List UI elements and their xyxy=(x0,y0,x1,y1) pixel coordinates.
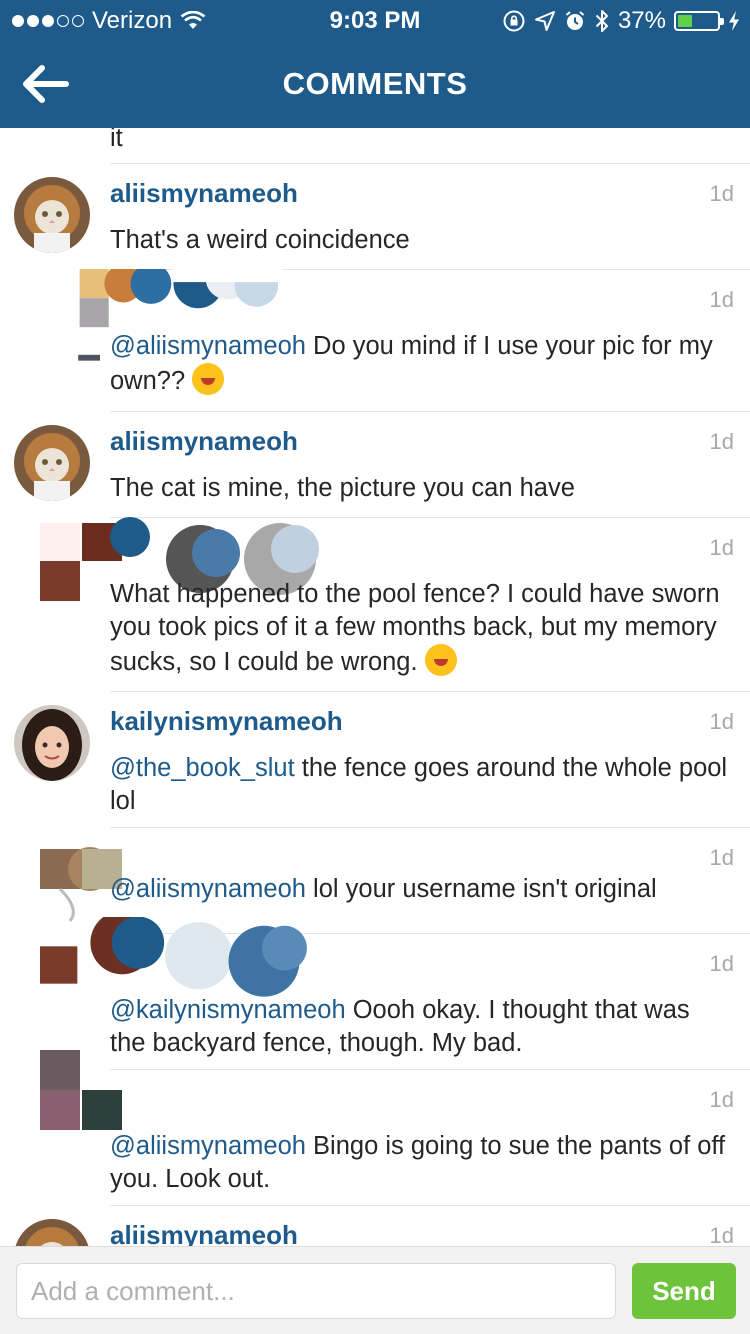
comment-time: 1d xyxy=(709,951,734,976)
mention-link[interactable]: @aliismynameoh xyxy=(110,332,306,360)
status-bar-right: 37% xyxy=(502,7,740,35)
bluetooth-icon xyxy=(595,10,608,32)
comment-input-bar: Send xyxy=(0,1246,750,1334)
comment-time: 1d xyxy=(709,429,734,454)
avatar-cat[interactable] xyxy=(14,425,90,501)
comment-body: @aliismynameoh Do you mind if I use your… xyxy=(110,330,732,398)
page-title: COMMENTS xyxy=(282,66,468,101)
mention-link[interactable]: @kailynismynameoh xyxy=(110,996,346,1024)
comment-row: 1d @aliismynameoh Do you mind if I use y… xyxy=(0,269,750,411)
username-link[interactable]: aliismynameoh xyxy=(110,1220,298,1246)
comment-time: 1d xyxy=(709,1087,734,1112)
username-link[interactable]: kailynismynameoh xyxy=(110,706,343,737)
mention-link[interactable]: @the_book_slut xyxy=(110,754,295,782)
comment-time: 1d xyxy=(709,1223,734,1246)
status-bar: Verizon 9:03 PM 37% xyxy=(0,0,750,40)
comments-list[interactable]: it aliismynameoh 1d That's a weird coinc… xyxy=(0,128,750,1246)
username-link[interactable]: aliismynameoh xyxy=(110,178,298,209)
tears-of-joy-emoji xyxy=(192,363,225,395)
comment-text: That's a weird coincidence xyxy=(110,226,410,254)
comment-text: The cat is mine, the picture you can hav… xyxy=(110,474,575,502)
alarm-icon xyxy=(565,11,585,30)
comment-row: 1d What happened to the pool fence? I co… xyxy=(0,517,750,691)
avatar-woman[interactable] xyxy=(14,705,90,781)
nav-bar: COMMENTS xyxy=(0,40,750,128)
comment-body: @aliismynameoh Bingo is going to sue the… xyxy=(110,1130,732,1196)
comment-time: 1d xyxy=(709,709,734,734)
comment-time: 1d xyxy=(709,181,734,206)
rotation-lock-icon xyxy=(503,10,525,32)
comment-body: What happened to the pool fence? I could… xyxy=(110,578,732,679)
username-link[interactable]: aliismynameoh xyxy=(110,426,298,457)
comment-row: aliismynameoh 1d xyxy=(0,1205,750,1246)
charging-bolt-icon xyxy=(729,11,739,31)
comment-body-partial: it xyxy=(110,128,123,152)
send-button[interactable]: Send xyxy=(632,1263,736,1319)
tongue-squint-emoji xyxy=(424,644,457,676)
comment-row: aliismynameoh 1d The cat is mine, the pi… xyxy=(0,411,750,517)
comment-body: That's a weird coincidence xyxy=(110,224,732,257)
comment-text: What happened to the pool fence? I could… xyxy=(110,580,720,676)
comment-body: @the_book_slut the fence goes around the… xyxy=(110,752,732,818)
comment-text: lol your username isn't original xyxy=(305,875,657,903)
comment-row: aliismynameoh 1d That's a weird coincide… xyxy=(0,163,750,269)
comment-row: 1d @aliismynameoh Bingo is going to sue … xyxy=(0,1050,750,1205)
redacted-avatar xyxy=(40,1050,122,1130)
avatar-cat[interactable] xyxy=(14,1219,90,1246)
battery-icon xyxy=(674,11,724,31)
comment-time: 1d xyxy=(709,845,734,870)
location-arrow-icon xyxy=(534,11,555,31)
avatar-cat[interactable] xyxy=(14,177,90,253)
mention-link[interactable]: @aliismynameoh xyxy=(110,1132,306,1160)
comment-body: @aliismynameoh lol your username isn't o… xyxy=(110,873,732,906)
battery-percent: 37% xyxy=(617,7,666,34)
comment-time: 1d xyxy=(709,287,734,312)
comment-time: 1d xyxy=(709,535,734,560)
mention-link[interactable]: @aliismynameoh xyxy=(110,875,306,903)
comment-row: kailynismynameoh 1d @the_book_slut the f… xyxy=(0,691,750,827)
comment-input[interactable] xyxy=(16,1263,616,1319)
comment-body: The cat is mine, the picture you can hav… xyxy=(110,472,732,505)
